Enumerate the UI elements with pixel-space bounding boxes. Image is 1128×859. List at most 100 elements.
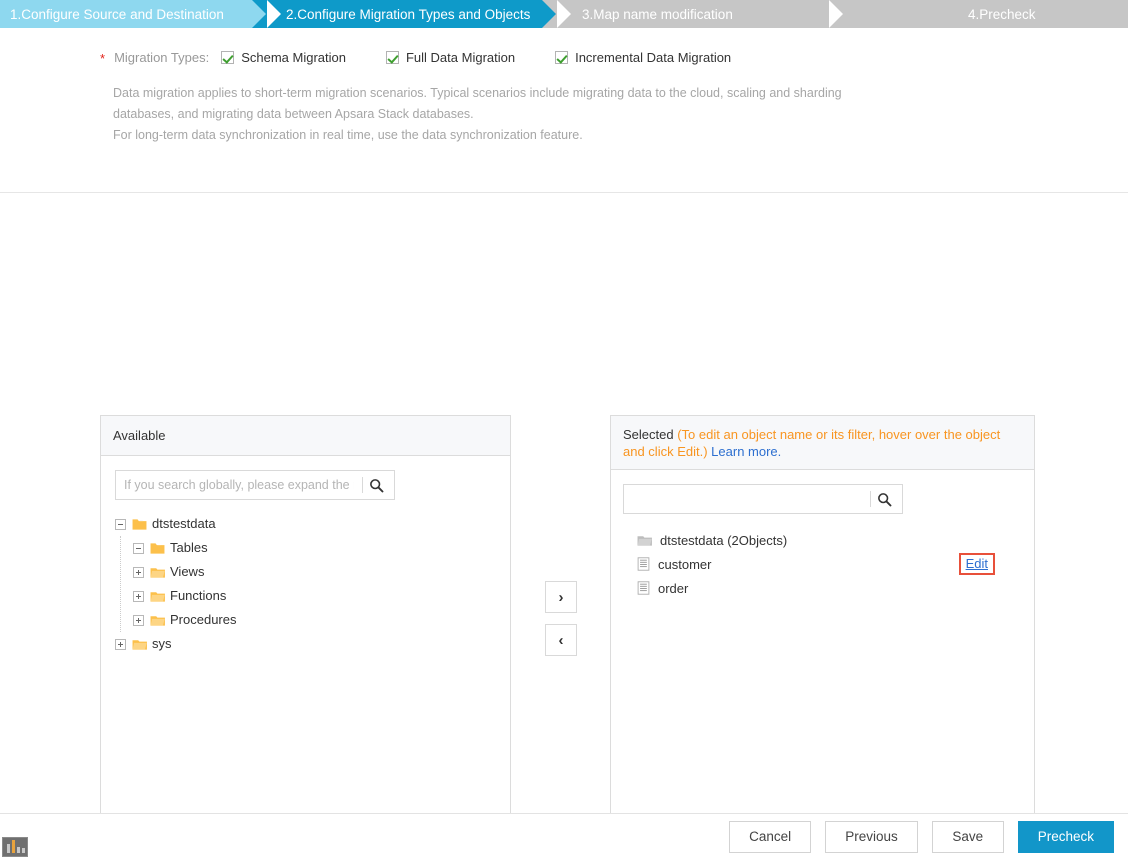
tree-node-tables[interactable]: Tables bbox=[115, 536, 510, 560]
folder-closed-icon bbox=[150, 590, 165, 603]
migration-description-line-2: For long-term data synchronization in re… bbox=[113, 128, 583, 142]
step-1-arrow-icon bbox=[252, 0, 266, 28]
available-panel-title: Available bbox=[113, 428, 166, 443]
move-right-button[interactable]: › bbox=[545, 581, 577, 613]
edit-link[interactable]: Edit bbox=[966, 556, 988, 571]
expander-plus-icon[interactable] bbox=[115, 638, 126, 650]
folder-icon bbox=[637, 534, 652, 547]
precheck-button[interactable]: Precheck bbox=[1017, 820, 1114, 853]
step-1-configure-source-destination[interactable]: 1.Configure Source and Destination bbox=[0, 0, 281, 28]
step-4-precheck[interactable]: 4.Precheck bbox=[828, 0, 1128, 28]
folder-open-icon bbox=[132, 518, 147, 531]
step-2-arrow-icon bbox=[542, 0, 556, 28]
available-tree-children: Tables Views Functions Procedures bbox=[115, 536, 510, 632]
selected-search-box[interactable] bbox=[623, 484, 903, 514]
folder-closed-icon bbox=[150, 614, 165, 627]
checkbox-full-data-migration[interactable]: Full Data Migration bbox=[385, 50, 516, 65]
available-tree: dtstestdata Tables Views Functions Proce… bbox=[101, 500, 510, 656]
move-left-button[interactable]: ‹ bbox=[545, 624, 577, 656]
required-marker: * bbox=[100, 51, 106, 66]
checkbox-schema-migration[interactable]: Schema Migration bbox=[221, 50, 346, 65]
table-icon bbox=[637, 557, 650, 571]
selected-search-input[interactable] bbox=[624, 486, 870, 512]
migration-description-line-1: Data migration applies to short-term mig… bbox=[113, 86, 842, 121]
available-search-wrap bbox=[115, 470, 510, 500]
step-2-notch bbox=[557, 0, 571, 28]
selected-item-database[interactable]: dtstestdata (2Objects) bbox=[627, 528, 1034, 552]
transfer-buttons: › ‹ bbox=[545, 581, 577, 656]
migration-types-label: Migration Types: bbox=[114, 50, 210, 65]
search-icon[interactable] bbox=[369, 478, 384, 493]
tree-node-functions-label: Functions bbox=[170, 588, 227, 603]
expander-plus-icon[interactable] bbox=[133, 590, 144, 602]
taskbar-bar-2 bbox=[12, 840, 15, 853]
tree-node-tables-label: Tables bbox=[170, 540, 208, 555]
folder-closed-icon bbox=[132, 638, 147, 651]
tree-node-procedures-label: Procedures bbox=[170, 612, 237, 627]
tree-node-functions[interactable]: Functions bbox=[115, 584, 510, 608]
step-3-map-name-modification[interactable]: 3.Map name modification bbox=[542, 0, 843, 28]
tree-node-dtstestdata-label: dtstestdata bbox=[152, 516, 216, 531]
selected-panel-title: Selected bbox=[623, 427, 674, 442]
selected-item-order[interactable]: order bbox=[627, 576, 1034, 600]
tree-node-dtstestdata[interactable]: dtstestdata bbox=[115, 512, 510, 536]
migration-wizard-page: 1.Configure Source and Destination 2.Con… bbox=[0, 0, 1128, 859]
migration-description: Data migration applies to short-term mig… bbox=[0, 65, 900, 146]
tree-node-sys-label: sys bbox=[152, 636, 172, 651]
learn-more-link[interactable]: Learn more. bbox=[711, 444, 781, 459]
step-3-notch bbox=[829, 0, 843, 28]
selected-panel-header: Selected (To edit an object name or its … bbox=[611, 416, 1034, 470]
migration-types-section: * Migration Types: Schema Migration Full… bbox=[0, 28, 1128, 193]
search-divider bbox=[870, 491, 871, 507]
migration-types-row: * Migration Types: Schema Migration Full… bbox=[0, 28, 1128, 65]
wizard-step-bar: 1.Configure Source and Destination 2.Con… bbox=[0, 0, 1128, 28]
step-1-notch bbox=[267, 0, 281, 28]
selected-item-order-label: order bbox=[658, 580, 689, 596]
expander-minus-icon[interactable] bbox=[133, 542, 144, 554]
checkbox-incremental-data-migration[interactable]: Incremental Data Migration bbox=[555, 50, 731, 65]
selected-item-customer-label: customer bbox=[658, 556, 712, 572]
tree-node-sys[interactable]: sys bbox=[115, 632, 510, 656]
wizard-footer: Cancel Previous Save Precheck bbox=[0, 813, 1128, 859]
selected-panel: Selected (To edit an object name or its … bbox=[610, 415, 1035, 859]
taskbar-app-icon[interactable] bbox=[2, 837, 28, 857]
selected-panel-hint: (To edit an object name or its filter, h… bbox=[623, 427, 1001, 459]
expander-minus-icon[interactable] bbox=[115, 518, 126, 530]
tree-node-views[interactable]: Views bbox=[115, 560, 510, 584]
search-icon[interactable] bbox=[877, 492, 892, 507]
search-divider bbox=[362, 477, 363, 493]
step-2-configure-migration-types[interactable]: 2.Configure Migration Types and Objects bbox=[252, 0, 571, 28]
chevron-left-icon: ‹ bbox=[558, 631, 564, 649]
available-panel-body: dtstestdata bbox=[101, 470, 510, 847]
selected-search-wrap bbox=[623, 484, 1034, 514]
folder-closed-icon bbox=[150, 566, 165, 579]
previous-button[interactable]: Previous bbox=[825, 820, 918, 853]
taskbar-bar-4 bbox=[22, 848, 25, 853]
expander-plus-icon[interactable] bbox=[133, 614, 144, 626]
expander-plus-icon[interactable] bbox=[133, 566, 144, 578]
selected-item-customer[interactable]: customer Edit bbox=[627, 552, 1034, 576]
available-search-input[interactable] bbox=[116, 472, 362, 498]
selected-panel-body: dtstestdata (2Objects) customer Edit ord… bbox=[611, 484, 1034, 859]
tree-node-procedures[interactable]: Procedures bbox=[115, 608, 510, 632]
step-4-label: 4.Precheck bbox=[968, 6, 1036, 22]
chevron-right-icon: › bbox=[558, 588, 564, 606]
checkbox-full-data-migration-label: Full Data Migration bbox=[405, 50, 516, 65]
available-panel-header: Available bbox=[101, 416, 510, 456]
available-panel: Available If you search globally, please… bbox=[100, 415, 511, 859]
checkbox-incremental-data-migration-label: Incremental Data Migration bbox=[575, 50, 732, 65]
selected-tree: dtstestdata (2Objects) customer Edit ord… bbox=[611, 514, 1034, 600]
cancel-button[interactable]: Cancel bbox=[729, 820, 812, 853]
selected-item-database-label: dtstestdata (2Objects) bbox=[660, 532, 788, 548]
available-search-box[interactable] bbox=[115, 470, 395, 500]
checkbox-schema-migration-label: Schema Migration bbox=[241, 50, 346, 65]
taskbar-bar-3 bbox=[17, 847, 20, 853]
save-button[interactable]: Save bbox=[931, 820, 1004, 853]
edit-link-highlight: Edit bbox=[958, 553, 995, 575]
step-1-label: 1.Configure Source and Destination bbox=[10, 6, 224, 22]
tree-node-views-label: Views bbox=[170, 564, 205, 579]
checkbox-checked-icon[interactable] bbox=[385, 51, 399, 64]
step-2-label: 2.Configure Migration Types and Objects bbox=[286, 6, 531, 22]
checkbox-checked-icon[interactable] bbox=[555, 51, 569, 64]
checkbox-checked-icon[interactable] bbox=[221, 51, 235, 64]
